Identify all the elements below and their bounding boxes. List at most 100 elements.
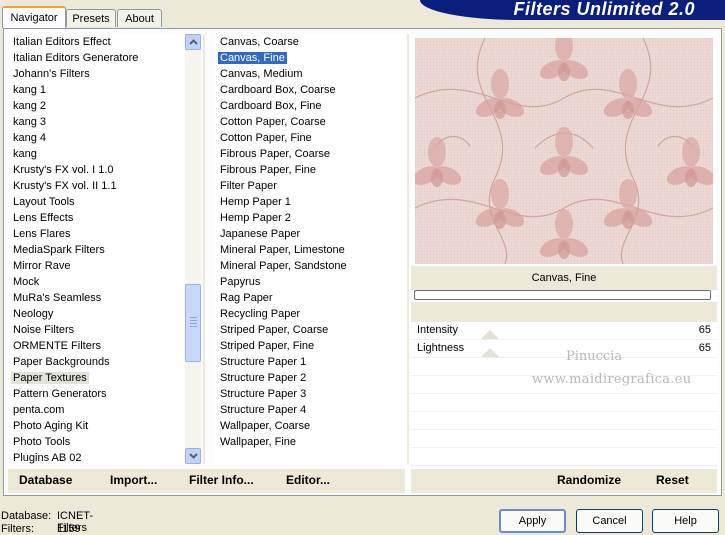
scroll-thumb[interactable] <box>185 284 201 362</box>
filter-info-link[interactable]: Filter Info... <box>189 473 254 487</box>
category-item-label: kang <box>13 148 37 160</box>
category-item[interactable]: Lens Flares <box>8 226 184 242</box>
category-item-label: Paper Backgrounds <box>13 356 110 368</box>
tab-about[interactable]: About <box>117 9 162 27</box>
category-item-label: Italian Editors Generatore <box>13 52 139 64</box>
filter-item[interactable]: Hemp Paper 2 <box>215 210 405 226</box>
filter-item[interactable]: Structure Paper 3 <box>215 386 405 402</box>
filter-item[interactable]: Striped Paper, Coarse <box>215 322 405 338</box>
category-item[interactable]: kang 3 <box>8 114 184 130</box>
filter-item[interactable]: Structure Paper 4 <box>215 402 405 418</box>
category-item[interactable]: Italian Editors Generatore <box>8 50 184 66</box>
filter-item[interactable]: Japanese Paper <box>215 226 405 242</box>
reset-link[interactable]: Reset <box>656 473 689 487</box>
status-database: Database: ICNET-Filters <box>1 510 93 534</box>
category-item[interactable]: Lens Effects <box>8 210 184 226</box>
category-item-label: Noise Filters <box>13 324 75 336</box>
watermark-url: www.maidiregrafica.eu <box>532 372 692 387</box>
category-item[interactable]: MuRa's Seamless <box>8 290 184 306</box>
import-link[interactable]: Import... <box>110 473 157 487</box>
divider <box>203 34 205 464</box>
filter-item-label: Canvas, Coarse <box>220 36 299 48</box>
category-item[interactable]: Paper Textures <box>8 370 184 386</box>
category-item[interactable]: Paper Backgrounds <box>8 354 184 370</box>
filter-item[interactable]: Fibrous Paper, Fine <box>215 162 405 178</box>
filter-item[interactable]: Cotton Paper, Fine <box>215 130 405 146</box>
category-item[interactable]: Mirror Rave <box>8 258 184 274</box>
filter-item[interactable]: Hemp Paper 1 <box>215 194 405 210</box>
category-item-label: Mirror Rave <box>13 260 71 272</box>
status-label: Database: <box>1 510 52 522</box>
category-item-label: kang 1 <box>13 84 47 96</box>
category-item[interactable]: Krusty's FX vol. I 1.0 <box>8 162 184 178</box>
param-empty <box>411 448 717 466</box>
filter-item[interactable]: Wallpaper, Fine <box>215 434 405 450</box>
editor-link[interactable]: Editor... <box>286 473 330 487</box>
filter-item[interactable]: Wallpaper, Coarse <box>215 418 405 434</box>
category-item[interactable]: Pattern Generators <box>8 386 184 402</box>
filter-item[interactable]: Cotton Paper, Coarse <box>215 114 405 130</box>
category-item[interactable]: Johann's Filters <box>8 66 184 82</box>
filter-item-label: Cotton Paper, Coarse <box>220 116 326 128</box>
filter-item-label: Striped Paper, Coarse <box>220 324 329 336</box>
param-label: Lightness <box>417 342 465 354</box>
scroll-up-button[interactable] <box>185 34 201 50</box>
filter-item[interactable]: Filter Paper <box>215 178 405 194</box>
category-list[interactable]: Italian Editors Effect Italian Editors Ge… <box>8 34 184 464</box>
database-link[interactable]: Database <box>19 473 72 487</box>
filter-item-label: Cotton Paper, Fine <box>220 132 312 144</box>
category-item[interactable]: Photo Aging Kit <box>8 418 184 434</box>
category-item[interactable]: penta.com <box>8 402 184 418</box>
filter-item[interactable]: Mineral Paper, Sandstone <box>215 258 405 274</box>
filter-item[interactable]: Mineral Paper, Limestone <box>215 242 405 258</box>
filter-list[interactable]: Canvas, Coarse Canvas, Fine Canvas, Medium… <box>215 34 405 464</box>
filter-item[interactable]: Cardboard Box, Fine <box>215 98 405 114</box>
filter-item[interactable]: Canvas, Coarse <box>215 34 405 50</box>
category-item-label: Johann's Filters <box>13 68 90 80</box>
tab-presets[interactable]: Presets <box>66 9 116 27</box>
filter-item[interactable]: Fibrous Paper, Coarse <box>215 146 405 162</box>
category-item[interactable]: kang 1 <box>8 82 184 98</box>
scroll-down-button[interactable] <box>185 448 201 464</box>
filter-item[interactable]: Rag Paper <box>215 290 405 306</box>
slider-thumb-icon[interactable] <box>481 330 499 339</box>
filter-item[interactable]: Structure Paper 1 <box>215 354 405 370</box>
filter-item[interactable]: Recycling Paper <box>215 306 405 322</box>
tab-navigator[interactable]: Navigator <box>2 6 66 28</box>
category-item[interactable]: kang 4 <box>8 130 184 146</box>
category-item[interactable]: Photo Tools <box>8 434 184 450</box>
filter-item[interactable]: Cardboard Box, Coarse <box>215 82 405 98</box>
category-item[interactable]: Italian Editors Effect <box>8 34 184 50</box>
slider-thumb-icon[interactable] <box>481 348 499 357</box>
cancel-button[interactable]: Cancel <box>576 509 643 533</box>
help-button[interactable]: Help <box>652 509 719 533</box>
category-item-label: kang 4 <box>13 132 47 144</box>
apply-button[interactable]: Apply <box>499 509 566 533</box>
progress-bar <box>414 290 711 300</box>
param-empty <box>411 430 717 448</box>
randomize-link[interactable]: Randomize <box>557 473 621 487</box>
category-item[interactable]: MediaSpark Filters <box>8 242 184 258</box>
filter-item[interactable]: Papyrus <box>215 274 405 290</box>
category-item[interactable]: Neology <box>8 306 184 322</box>
param-value: 65 <box>698 342 711 354</box>
category-item[interactable]: ORMENTE Filters <box>8 338 184 354</box>
category-item[interactable]: Noise Filters <box>8 322 184 338</box>
category-item[interactable]: kang 2 <box>8 98 184 114</box>
category-item[interactable]: Krusty's FX vol. II 1.1 <box>8 178 184 194</box>
category-item-label: Paper Textures <box>11 372 89 384</box>
category-item-label: Mock <box>13 276 40 288</box>
filter-item[interactable]: Canvas, Fine <box>215 50 405 66</box>
filter-item[interactable]: Canvas, Medium <box>215 66 405 82</box>
category-item[interactable]: Mock <box>8 274 184 290</box>
category-item[interactable]: Layout Tools <box>8 194 184 210</box>
category-item[interactable]: kang <box>8 146 184 162</box>
category-item[interactable]: Plugins AB 02 <box>8 450 184 464</box>
category-item-label: Krusty's FX vol. I 1.0 <box>13 164 114 176</box>
param-lightness[interactable]: Lightness 65 <box>411 340 717 358</box>
filter-item[interactable]: Striped Paper, Fine <box>215 338 405 354</box>
category-scrollbar[interactable] <box>185 34 201 464</box>
param-intensity[interactable]: Intensity 65 <box>411 322 717 340</box>
filter-item-label: Papyrus <box>220 276 261 288</box>
filter-item[interactable]: Structure Paper 2 <box>215 370 405 386</box>
